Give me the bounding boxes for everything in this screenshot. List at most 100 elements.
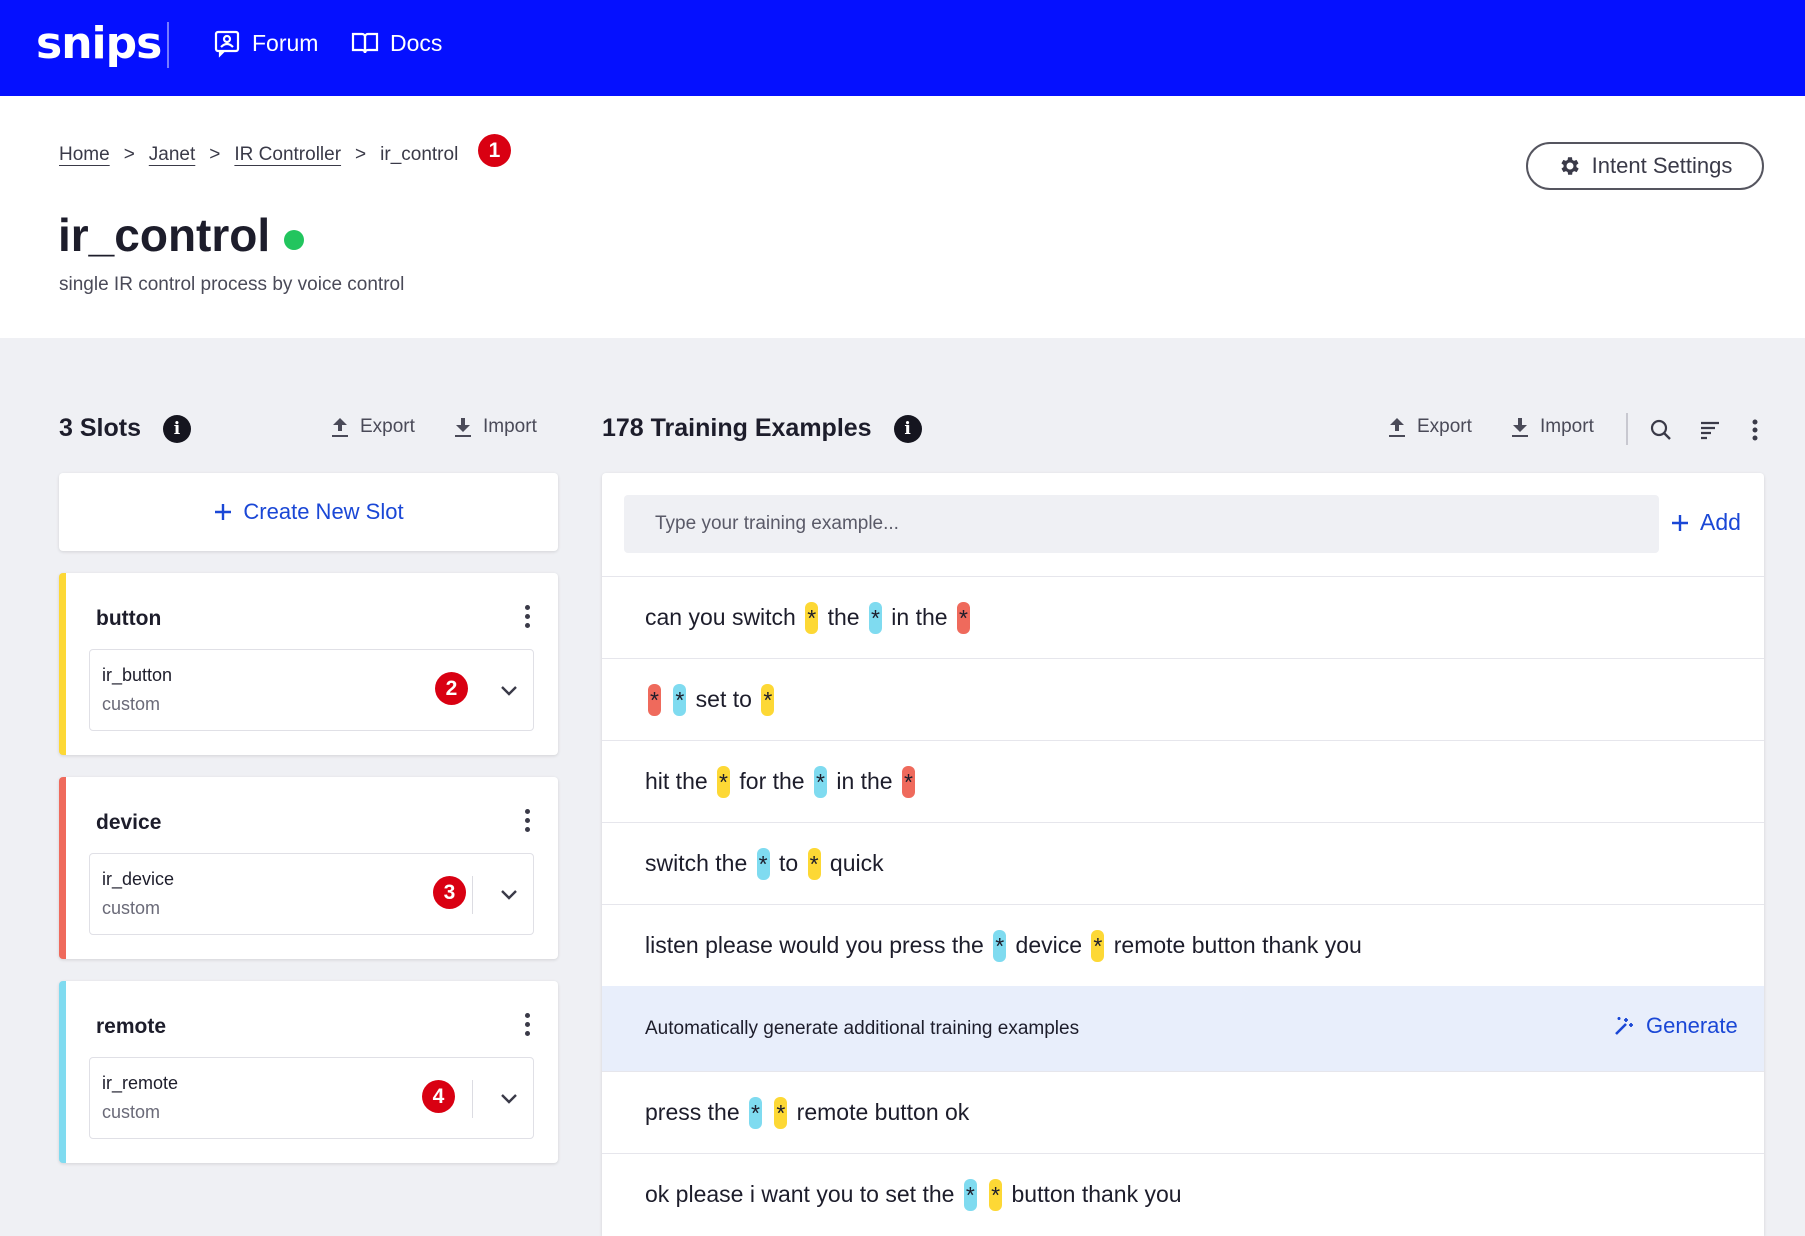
training-example-row[interactable]: switch the * to * quick	[602, 822, 1764, 904]
slot-token[interactable]: *	[749, 1096, 762, 1129]
slot-token[interactable]: *	[993, 929, 1007, 962]
slot-token[interactable]: *	[673, 683, 687, 716]
slot-card-button[interactable]: button ir_button custom 2	[59, 573, 558, 755]
entity-name: ir_device	[102, 869, 175, 889]
example-text: button thank you	[1005, 1181, 1182, 1207]
chevron-down-icon[interactable]	[498, 679, 520, 701]
example-text: press the	[645, 1099, 746, 1125]
page-title: ir_control	[58, 208, 305, 262]
slot-token[interactable]: *	[648, 683, 661, 716]
example-text: switch the	[645, 850, 754, 876]
breadcrumb-app[interactable]: IR Controller	[234, 144, 341, 166]
entity-name: ir_button	[102, 665, 173, 685]
breadcrumb: Home > Janet > IR Controller > ir_contro…	[59, 144, 458, 166]
slot-card-remote[interactable]: remote ir_remote custom 4	[59, 981, 558, 1163]
slot-token[interactable]: *	[989, 1178, 1003, 1211]
breadcrumb-separator: >	[355, 144, 367, 165]
divider	[472, 876, 473, 914]
example-text: ok please i want you to set the	[645, 1181, 961, 1207]
create-slot-label: Create New Slot	[243, 499, 404, 524]
slot-token[interactable]: *	[956, 601, 970, 634]
slot-token[interactable]: *	[717, 765, 730, 798]
entity-selector[interactable]: ir_device custom 3	[89, 853, 534, 935]
training-example-row[interactable]: can you switch * the * in the *	[602, 576, 1764, 658]
chevron-down-icon[interactable]	[498, 1087, 520, 1109]
more-options-icon[interactable]	[522, 809, 532, 835]
breadcrumb-home[interactable]: Home	[59, 144, 110, 166]
example-text: hit the	[645, 768, 715, 794]
slot-token[interactable]: *	[868, 601, 882, 634]
book-icon	[351, 32, 379, 54]
gear-icon	[1561, 157, 1579, 175]
snips-logo[interactable]: snips	[36, 18, 162, 69]
slot-token[interactable]: *	[813, 765, 827, 798]
more-options-icon[interactable]	[522, 1013, 532, 1039]
training-export-button[interactable]: Export	[1387, 416, 1472, 438]
info-icon[interactable]: i	[893, 414, 922, 443]
training-import-button[interactable]: Import	[1510, 416, 1594, 438]
magic-wand-icon	[1615, 1017, 1633, 1035]
training-example-row[interactable]: press the * * remote button ok	[602, 1071, 1764, 1153]
slots-import-label: Import	[483, 416, 537, 437]
training-example-row[interactable]: hit the * for the * in the *	[602, 740, 1764, 822]
more-options-icon[interactable]	[1742, 417, 1768, 443]
upload-icon	[1389, 418, 1405, 437]
example-text: remote button ok	[790, 1099, 970, 1125]
example-text: for the	[733, 768, 811, 794]
training-example-row[interactable]: ok please i want you to set the * * butt…	[602, 1153, 1764, 1235]
slots-header: 3 Slots i	[59, 414, 191, 443]
entity-selector[interactable]: ir_remote custom 4	[89, 1057, 534, 1139]
annotation-badge: 2	[435, 672, 468, 705]
entity-selector[interactable]: ir_button custom 2	[89, 649, 534, 731]
example-text: quick	[823, 850, 884, 876]
slot-token[interactable]: *	[901, 765, 915, 798]
info-icon[interactable]: i	[162, 414, 191, 443]
download-icon	[1512, 418, 1528, 437]
example-text: to	[772, 850, 805, 876]
slot-token[interactable]: *	[805, 601, 819, 634]
slot-token[interactable]: *	[761, 683, 775, 716]
example-text: in the	[829, 768, 899, 794]
search-icon[interactable]	[1648, 417, 1674, 443]
entity-type: custom	[102, 1102, 161, 1122]
training-example-row[interactable]: listen please would you press the * devi…	[602, 904, 1764, 986]
example-text: the	[821, 604, 866, 630]
slots-import-button[interactable]: Import	[453, 416, 537, 438]
more-options-icon[interactable]	[522, 605, 532, 631]
plus-icon	[215, 504, 232, 520]
divider	[472, 1080, 473, 1118]
breadcrumb-current: ir_control	[380, 144, 459, 165]
slot-token[interactable]: *	[1091, 929, 1105, 962]
forum-link[interactable]: Forum	[212, 28, 318, 58]
slots-export-label: Export	[360, 416, 415, 437]
slot-token[interactable]: *	[963, 1178, 977, 1211]
slot-token[interactable]: *	[774, 1096, 788, 1129]
generate-text: Automatically generate additional traini…	[645, 1017, 1080, 1039]
docs-link[interactable]: Docs	[350, 28, 442, 58]
add-example-button[interactable]: Add	[1670, 509, 1741, 536]
example-text	[664, 686, 670, 713]
entity-type: custom	[102, 898, 161, 918]
slot-token[interactable]: *	[807, 847, 821, 880]
top-nav-bar: snips Forum Docs	[0, 0, 1805, 96]
intent-header: Home > Janet > IR Controller > ir_contro…	[0, 96, 1805, 338]
breadcrumb-assistant[interactable]: Janet	[149, 144, 195, 166]
training-import-label: Import	[1540, 416, 1594, 437]
nav-divider	[167, 22, 169, 68]
entity-name: ir_remote	[102, 1073, 179, 1093]
slots-export-button[interactable]: Export	[330, 416, 415, 438]
slot-card-device[interactable]: device ir_device custom 3	[59, 777, 558, 959]
sort-icon[interactable]	[1698, 417, 1724, 443]
create-slot-button[interactable]: Create New Slot	[59, 473, 558, 551]
example-text: can you switch	[645, 604, 803, 630]
slot-token[interactable]: *	[756, 847, 770, 880]
docs-label: Docs	[390, 29, 443, 56]
plus-icon	[1672, 514, 1688, 531]
chevron-down-icon[interactable]	[498, 883, 520, 905]
example-text: device	[1009, 932, 1089, 958]
training-example-row[interactable]: * * set to *	[602, 658, 1764, 740]
generate-button[interactable]: Generate	[1612, 1013, 1738, 1039]
annotation-badge: 4	[422, 1080, 455, 1113]
training-example-input[interactable]	[624, 495, 1659, 553]
intent-settings-button[interactable]: Intent Settings	[1526, 142, 1764, 190]
